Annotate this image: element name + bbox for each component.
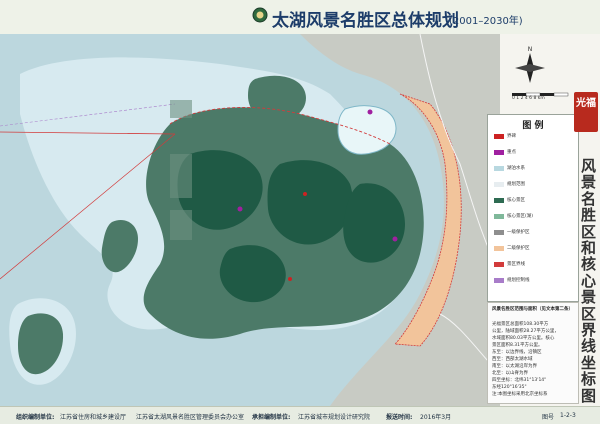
map-years: (2001–2030年): [449, 16, 523, 27]
emblem-icon: [252, 7, 268, 23]
note-line: 北至：以山脊为界: [492, 371, 528, 376]
note-line: 四至坐标：北纬31°13'14": [492, 378, 547, 383]
legend-label: 湖泊水系: [507, 166, 525, 171]
key-point-marker[interactable]: [367, 109, 373, 115]
title-bar: 太湖风景名胜区总体规划 (2001–2030年): [0, 0, 600, 35]
legend-label: 核心景区: [507, 198, 525, 203]
footer-undertake: 江苏省城市规划设计研究院: [298, 414, 371, 421]
key-point-marker[interactable]: [392, 236, 398, 242]
legend-label: 景区界线: [507, 262, 525, 267]
north-arrow-icon: N: [515, 46, 545, 83]
footer-page: 1-2-3: [560, 412, 576, 419]
note-line: 东至：以边界线，沿镇区: [492, 350, 542, 355]
legend-label: 规划控制线: [507, 278, 530, 283]
note-title: 风景名胜区范围与面积（见文本第二条）: [492, 307, 573, 312]
legend-swatch: [494, 166, 504, 171]
legend-label: 一级保护区: [507, 230, 530, 235]
key-point-marker[interactable]: [237, 206, 243, 212]
footer-undertake-label: 承担编制单位:: [252, 414, 291, 421]
note-line: 水域面积80.03平方公里。核心: [492, 336, 555, 341]
footer-date-label: 报送时间:: [386, 414, 413, 421]
north-label: N: [528, 46, 533, 53]
legend-label: 二级保护区: [507, 246, 530, 251]
footer-bar: 组织编制单位: 江苏省住房和城乡建设厅 江苏省太湖风景名胜区管理委员会办公室 承…: [0, 406, 600, 424]
map-drawing: [0, 34, 500, 406]
legend-swatch: [494, 230, 504, 235]
legend-label: 重点: [507, 150, 516, 155]
legend-label: 核心景区(湖): [507, 214, 534, 219]
legend-swatch: [494, 150, 504, 155]
vertical-subtitle: 风景名胜区和核心景区界线坐标图: [581, 157, 597, 405]
boundary-marker[interactable]: [303, 192, 307, 196]
legend-panel: 图 例 界碑重点湖泊水系规划范围核心景区核心景区(湖) 一级保护区二级保护区景区界…: [487, 114, 579, 302]
map-canvas[interactable]: [0, 34, 500, 406]
legend-swatch: [494, 278, 504, 283]
note-panel: 风景名胜区范围与面积（见文本第二条） 光福景区总面积108.30平方公里，陆域面…: [487, 302, 579, 404]
note-line: 光福景区总面积108.30平方: [492, 322, 549, 327]
note-line: 景区面积8.31平方公里。: [492, 343, 543, 348]
legend-title: 图 例: [522, 121, 544, 131]
legend-swatch: [494, 134, 504, 139]
map-title: 太湖风景名胜区总体规划: [272, 11, 459, 31]
scale-label: 0 1 2 4 6 8 km: [512, 96, 545, 101]
note-line: 东经120°16'35": [492, 385, 527, 390]
seal-text: 光福: [576, 98, 596, 109]
footer-page-label: 图号: [542, 414, 555, 421]
legend-label: 规划范围: [507, 182, 525, 187]
footer-date: 2016年3月: [420, 414, 452, 421]
footer-org1: 江苏省住房和城乡建设厅: [60, 414, 127, 421]
legend-swatch: [494, 198, 504, 203]
note-line: 注:本图坐标采用北京坐标系: [492, 392, 548, 397]
map-sheet: 太湖风景名胜区总体规划 (2001–2030年) N 0 1 2 4 6 8 k…: [0, 0, 600, 424]
footer-org-label: 组织编制单位:: [16, 414, 55, 421]
district-seal: 光福: [574, 92, 598, 132]
scale-bar: 0 1 2 4 6 8 km: [510, 88, 570, 107]
note-line: 南至：以太湖沿岸为界: [492, 364, 537, 369]
footer-org2: 江苏省太湖风景名胜区管理委员会办公室: [136, 414, 245, 421]
boundary-marker[interactable]: [288, 277, 292, 281]
legend-label: 界碑: [507, 134, 516, 139]
legend-swatch: [494, 214, 504, 219]
note-line: 公里，陆域面积28.27平方公里，: [492, 329, 559, 334]
legend-swatch: [494, 246, 504, 251]
note-line: 西至：西部太湖水域: [492, 357, 533, 362]
note-text: 光福景区总面积108.30平方公里，陆域面积28.27平方公里， 水域面积80.0…: [492, 321, 576, 398]
legend-swatch: [494, 262, 504, 267]
legend-swatch: [494, 182, 504, 187]
